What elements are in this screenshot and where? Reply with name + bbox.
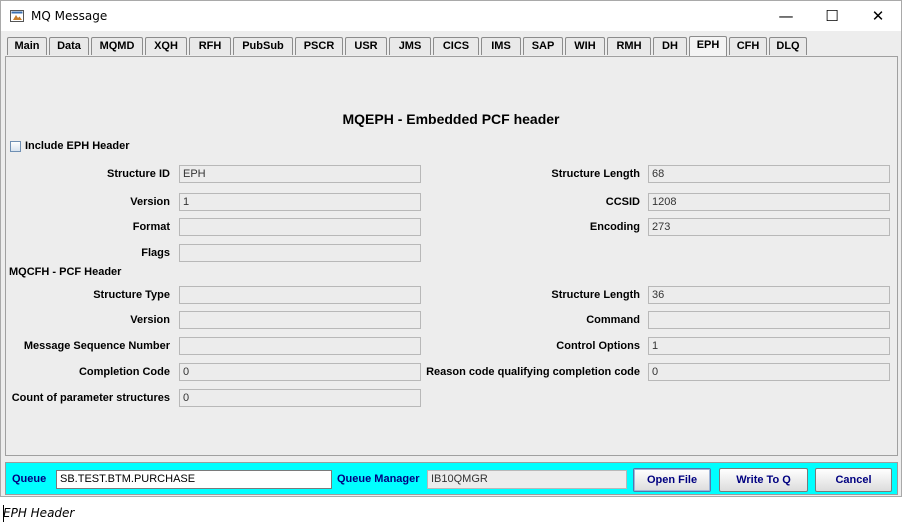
queue-bar: Queue SB.TEST.BTM.PURCHASE Queue Manager…: [5, 462, 898, 495]
encoding-label: Encoding: [589, 221, 640, 233]
minimize-button[interactable]: —: [763, 1, 809, 31]
eph-structure-length-label: Structure Length: [551, 168, 640, 180]
cfh-section-label: MQCFH - PCF Header: [9, 266, 122, 278]
structure-type-field[interactable]: [179, 286, 421, 304]
panel-title: MQEPH - Embedded PCF header: [342, 111, 560, 127]
tab-main[interactable]: Main: [7, 37, 47, 55]
version-label: Version: [130, 196, 170, 208]
tab-dlq[interactable]: DLQ: [769, 37, 807, 55]
tab-wih[interactable]: WIH: [565, 37, 605, 55]
flags-label: Flags: [141, 247, 170, 259]
encoding-field[interactable]: 273: [648, 218, 890, 236]
include-eph-checkbox-row[interactable]: Include EPH Header: [10, 140, 130, 152]
reason-code-field[interactable]: 0: [648, 363, 890, 381]
write-to-q-button[interactable]: Write To Q: [719, 468, 808, 492]
ccsid-field[interactable]: 1208: [648, 193, 890, 211]
cfh-structure-length-field[interactable]: 36: [648, 286, 890, 304]
tab-jms[interactable]: JMS: [389, 37, 431, 55]
tab-ims[interactable]: IMS: [481, 37, 521, 55]
format-field[interactable]: [179, 218, 421, 236]
title-bar[interactable]: MQ Message — ☐ ✕: [1, 1, 901, 31]
message-sequence-number-field[interactable]: [179, 337, 421, 355]
flags-field[interactable]: [179, 244, 421, 262]
structure-type-label: Structure Type: [93, 289, 170, 301]
queue-input[interactable]: SB.TEST.BTM.PURCHASE: [56, 470, 332, 489]
version-field[interactable]: 1: [179, 193, 421, 211]
structure-id-field[interactable]: EPH: [179, 165, 421, 183]
include-eph-label: Include EPH Header: [25, 140, 130, 152]
window-title: MQ Message: [31, 9, 108, 23]
structure-id-label: Structure ID: [107, 168, 170, 180]
tab-cics[interactable]: CICS: [433, 37, 479, 55]
format-label: Format: [132, 221, 170, 233]
command-field[interactable]: [648, 311, 890, 329]
queue-manager-field[interactable]: IB10QMGR: [427, 470, 627, 489]
command-label: Command: [586, 314, 640, 326]
include-eph-checkbox[interactable]: [10, 140, 21, 152]
tab-dh[interactable]: DH: [653, 37, 687, 55]
cancel-button[interactable]: Cancel: [815, 468, 892, 492]
figure-caption: EPH Header: [3, 506, 75, 520]
message-sequence-number-label: Message Sequence Number: [23, 340, 170, 352]
open-file-button[interactable]: Open File: [633, 468, 711, 492]
maximize-button[interactable]: ☐: [809, 1, 855, 31]
cfh-version-field[interactable]: [179, 311, 421, 329]
parameter-count-label: Count of parameter structures: [11, 392, 170, 404]
cfh-structure-length-label: Structure Length: [551, 289, 640, 301]
cfh-version-label: Version: [130, 314, 170, 326]
queue-manager-label: Queue Manager: [337, 473, 420, 485]
completion-code-label: Completion Code: [78, 366, 170, 378]
tab-cfh[interactable]: CFH: [729, 37, 767, 55]
tab-pscr[interactable]: PSCR: [295, 37, 343, 55]
tab-rfh[interactable]: RFH: [189, 37, 231, 55]
tab-xqh[interactable]: XQH: [145, 37, 187, 55]
tab-data[interactable]: Data: [49, 37, 89, 55]
tab-mqmd[interactable]: MQMD: [91, 37, 143, 55]
control-options-field[interactable]: 1: [648, 337, 890, 355]
tab-rmh[interactable]: RMH: [607, 37, 651, 55]
reason-code-label: Reason code qualifying completion code: [426, 366, 640, 378]
ccsid-label: CCSID: [605, 196, 640, 208]
tab-pubsub[interactable]: PubSub: [233, 37, 293, 55]
control-options-label: Control Options: [556, 340, 640, 352]
completion-code-field[interactable]: 0: [179, 363, 421, 381]
tab-sap[interactable]: SAP: [523, 37, 563, 55]
tab-usr[interactable]: USR: [345, 37, 387, 55]
close-button[interactable]: ✕: [855, 1, 901, 31]
tab-eph[interactable]: EPH: [689, 36, 727, 56]
mq-message-window: MQ Message — ☐ ✕ Main Data MQMD XQH RFH …: [0, 0, 902, 497]
app-icon: [10, 10, 24, 22]
eph-structure-length-field[interactable]: 68: [648, 165, 890, 183]
queue-label: Queue: [12, 473, 47, 485]
parameter-count-field[interactable]: 0: [179, 389, 421, 407]
